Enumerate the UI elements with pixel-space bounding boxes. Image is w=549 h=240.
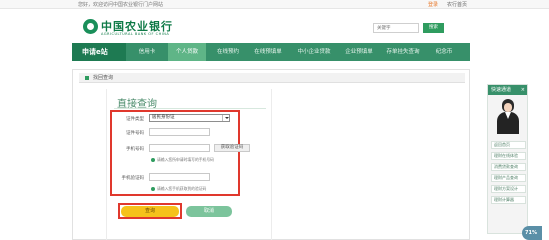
phone-hint: 请输入您所申请时填写的手机号码 <box>151 157 214 163</box>
quick-link-calculator[interactable]: 理财计算器 <box>491 196 526 204</box>
id-type-label: 证件类型 <box>126 117 144 122</box>
bank-english-name: AGRICULTURAL BANK OF CHINA <box>101 32 170 36</box>
get-code-button[interactable]: 获取验证码 <box>214 144 250 152</box>
info-icon <box>151 187 155 191</box>
query-button[interactable]: 查询 <box>121 206 179 217</box>
nav-item-commemorative-coin[interactable]: 纪念币 <box>428 43 460 61</box>
bank-logo-icon[interactable] <box>83 19 98 34</box>
panel-header: 找回查询 <box>79 73 465 83</box>
id-number-label: 证件号码 <box>126 131 144 136</box>
header: 中国农业银行 AGRICULTURAL BANK OF CHINA 搜索 <box>0 9 549 42</box>
home-link[interactable]: 农行首页 <box>447 1 467 8</box>
quick-link-product-query[interactable]: 理财产品查询 <box>491 174 526 182</box>
quick-access-panel: 快速通道 × 返回首页 理财在线体验 消费贷款查询 理财产品查询 理财方案设计 … <box>487 84 528 234</box>
nav-item-sme-loan[interactable]: 中小企业贷款 <box>289 43 339 61</box>
code-label: 手机验证码 <box>121 176 145 181</box>
nav-item-online-prefill[interactable]: 在线预填单 <box>248 43 288 61</box>
form-highlight-frame <box>110 110 240 196</box>
phone-input[interactable] <box>149 144 210 152</box>
search-input[interactable] <box>374 24 418 32</box>
id-type-select[interactable]: 居民身份证 <box>149 114 230 122</box>
code-hint-text: 请输入您手机获取到的验证码 <box>157 186 207 191</box>
top-bar: 您好，欢迎访问中国农业银行门户网站 登录 农行首页 <box>0 0 549 9</box>
search-button[interactable]: 搜索 <box>423 23 444 33</box>
nav-item-personal-loan[interactable]: 个人贷款 <box>168 43 206 61</box>
bullet-icon <box>85 76 89 80</box>
login-link[interactable]: 登录 <box>428 1 438 8</box>
main-nav: 申请e站 信用卡 个人贷款 在线预约 在线预填单 中小企业贷款 企业预填单 存单… <box>72 43 470 61</box>
nav-item-deposit-loss-query[interactable]: 存单挂失查询 <box>379 43 427 61</box>
id-number-input[interactable] <box>149 128 210 136</box>
quick-link-finance-demo[interactable]: 理财在线体验 <box>491 152 526 160</box>
phone-label: 手机号码 <box>126 147 144 152</box>
section-divider <box>114 108 266 109</box>
code-hint: 请输入您手机获取到的验证码 <box>151 186 206 192</box>
chevron-down-icon[interactable] <box>222 115 229 121</box>
quick-link-plan-design[interactable]: 理财方案设计 <box>491 185 526 193</box>
quick-access-title: 快速通道 <box>491 87 512 93</box>
nav-item-enterprise-prefill[interactable]: 企业预填单 <box>339 43 379 61</box>
nav-brand[interactable]: 申请e站 <box>72 43 126 61</box>
quick-link-loan-query[interactable]: 消费贷款查询 <box>491 163 526 171</box>
quick-access-header: 快速通道 × <box>488 85 527 95</box>
id-type-value: 居民身份证 <box>152 115 175 120</box>
quick-link-home[interactable]: 返回首页 <box>491 141 526 149</box>
code-input[interactable] <box>149 173 210 181</box>
phone-hint-text: 请输入您所申请时填写的手机号码 <box>157 157 214 162</box>
service-agent-image <box>496 99 520 135</box>
panel-title: 找回查询 <box>93 75 114 81</box>
search-box[interactable] <box>373 23 419 33</box>
nav-item-credit-card[interactable]: 信用卡 <box>130 43 164 61</box>
info-icon <box>151 158 155 162</box>
zoom-indicator[interactable]: 71% <box>522 226 542 240</box>
welcome-text: 您好，欢迎访问中国农业银行门户网站 <box>78 2 164 8</box>
nav-item-online-booking[interactable]: 在线预约 <box>210 43 246 61</box>
close-icon[interactable]: × <box>521 85 525 95</box>
cancel-button[interactable]: 取消 <box>186 206 232 217</box>
